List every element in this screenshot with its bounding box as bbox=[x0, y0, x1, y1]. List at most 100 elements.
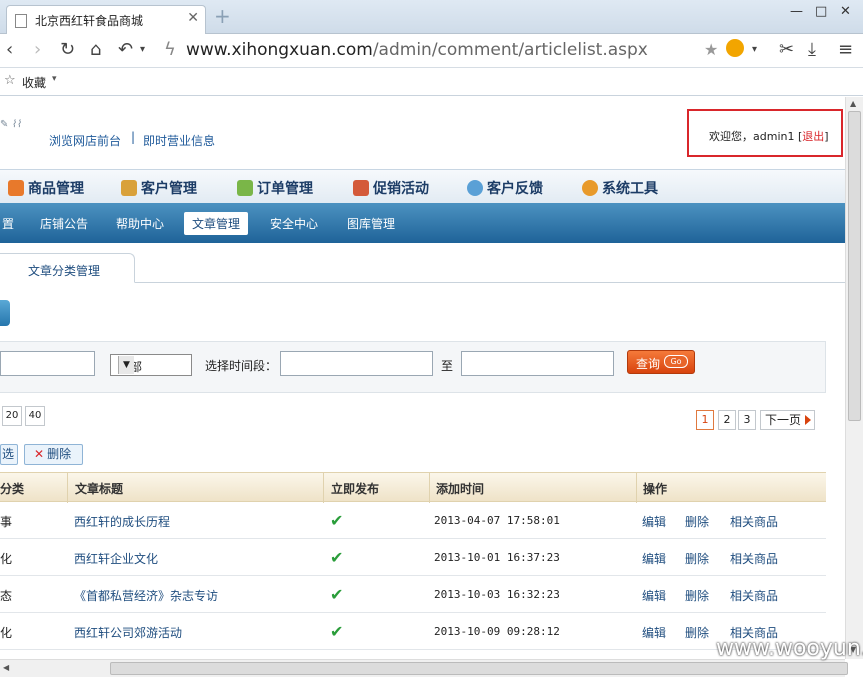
browser-tab[interactable]: 北京西红轩食品商城 ✕ bbox=[6, 5, 206, 34]
select-all-button[interactable]: 选 bbox=[0, 444, 18, 465]
arrow-right-icon bbox=[805, 415, 811, 425]
bookmarks-bar: ☆ 收藏 ▾ bbox=[0, 68, 863, 96]
start-date-input[interactable] bbox=[280, 351, 433, 376]
page-size-40[interactable]: 40 bbox=[25, 406, 45, 426]
scroll-left-icon[interactable]: ◀ bbox=[3, 663, 9, 672]
select-all-label: 选 bbox=[2, 447, 15, 461]
edit-link[interactable]: 编辑 bbox=[642, 587, 666, 604]
tab-title: 北京西红轩食品商城 bbox=[35, 14, 144, 28]
minimize-icon[interactable]: — bbox=[790, 4, 803, 19]
add-button[interactable] bbox=[0, 300, 10, 326]
next-page-button[interactable]: 下一页 bbox=[760, 410, 815, 430]
chevron-down-icon: ▼ bbox=[118, 356, 134, 374]
go-badge: Go bbox=[664, 355, 688, 368]
undo-dropdown-icon[interactable]: ▾ bbox=[140, 39, 145, 61]
bookmarks-dropdown-icon[interactable]: ▾ bbox=[52, 74, 57, 84]
nav-orders-label: 订单管理 bbox=[257, 181, 313, 197]
tab-article-category[interactable]: 文章分类管理 bbox=[0, 253, 135, 283]
delete-link[interactable]: 删除 bbox=[685, 624, 709, 641]
watermark: www.wooyun.org bbox=[716, 636, 863, 661]
forward-icon[interactable]: › bbox=[34, 39, 41, 61]
row-title-link[interactable]: 《首都私营经济》杂志专访 bbox=[74, 587, 218, 604]
row-title-link[interactable]: 西红轩的成长历程 bbox=[74, 513, 170, 530]
page-size-20[interactable]: 20 bbox=[2, 406, 22, 426]
business-info-link[interactable]: 即时营业信息 bbox=[143, 132, 215, 149]
end-date-input[interactable] bbox=[461, 351, 614, 376]
subnav-announcements[interactable]: 店铺公告 bbox=[40, 215, 88, 232]
bookmark-star-icon: ☆ bbox=[4, 73, 16, 88]
welcome-text: 欢迎您，admin1 [退出] bbox=[709, 128, 829, 144]
subnav-security[interactable]: 安全中心 bbox=[270, 215, 318, 232]
storefront-link[interactable]: 浏览网店前台 bbox=[49, 132, 121, 149]
nav-orders[interactable]: 订单管理 bbox=[237, 178, 313, 198]
page-2[interactable]: 2 bbox=[718, 410, 736, 430]
edit-link[interactable]: 编辑 bbox=[642, 624, 666, 641]
subnav-gallery[interactable]: 图库管理 bbox=[347, 215, 395, 232]
nav-feedback[interactable]: 客户反馈 bbox=[467, 178, 543, 198]
welcome-prefix: 欢迎您，admin1 [ bbox=[709, 130, 803, 143]
delete-button[interactable]: ✕ 删除 bbox=[24, 444, 83, 465]
download-icon[interactable]: ⤓ bbox=[808, 39, 816, 61]
home-icon[interactable]: ⌂ bbox=[90, 39, 101, 61]
horizontal-scroll-thumb[interactable] bbox=[110, 662, 848, 675]
account-icon[interactable] bbox=[726, 39, 744, 63]
nav-products[interactable]: 商品管理 bbox=[8, 178, 84, 198]
subnav-articles[interactable]: 文章管理 bbox=[184, 212, 249, 235]
delete-x-icon: ✕ bbox=[34, 447, 45, 461]
bookmarks-label[interactable]: 收藏 bbox=[22, 74, 46, 91]
back-icon[interactable]: ‹ bbox=[6, 39, 13, 61]
page-3[interactable]: 3 bbox=[738, 410, 756, 430]
url-input[interactable]: www.xihongxuan.com/admin/comment/article… bbox=[186, 40, 648, 60]
col-category: 分类 bbox=[0, 482, 25, 496]
vertical-scroll-thumb[interactable] bbox=[848, 111, 861, 421]
sub-nav: 置 店铺公告 帮助中心 文章管理 安全中心 图库管理 bbox=[0, 203, 845, 243]
keyword-input[interactable] bbox=[0, 351, 95, 376]
delete-link[interactable]: 删除 bbox=[685, 550, 709, 567]
nav-system-tools[interactable]: 系统工具 bbox=[582, 178, 658, 198]
time-range-label: 选择时间段： bbox=[205, 359, 278, 373]
row-date: 2013-04-07 17:58:01 bbox=[434, 514, 560, 527]
related-products-link[interactable]: 相关商品 bbox=[730, 550, 778, 567]
nav-promotions[interactable]: 促销活动 bbox=[353, 178, 429, 198]
scroll-up-icon[interactable]: ▲ bbox=[850, 99, 856, 108]
edit-link[interactable]: 编辑 bbox=[642, 550, 666, 567]
published-check-icon: ✔ bbox=[330, 622, 344, 641]
nav-customers[interactable]: 客户管理 bbox=[121, 178, 197, 198]
address-bar: ‹ › ↻ ⌂ ↶ ▾ ϟ www.xihongxuan.com/admin/c… bbox=[0, 34, 863, 68]
customers-icon bbox=[121, 180, 137, 196]
new-tab-icon[interactable]: + bbox=[214, 5, 231, 27]
row-date: 2013-10-01 16:37:23 bbox=[434, 551, 560, 564]
logout-link[interactable]: 退出 bbox=[802, 130, 824, 143]
table-row: 化 西红轩公司郊游活动 ✔ 2013-10-09 09:28:12 编辑 删除 … bbox=[0, 613, 826, 650]
tab-close-icon[interactable]: ✕ bbox=[187, 10, 199, 26]
horizontal-scrollbar[interactable]: ◀ bbox=[0, 659, 848, 677]
scissors-icon[interactable]: ✂ bbox=[779, 39, 794, 61]
account-dropdown-icon[interactable]: ▾ bbox=[752, 39, 757, 61]
content-tabs: 文章分类管理 bbox=[0, 253, 845, 283]
subnav-settings[interactable]: 置 bbox=[2, 215, 14, 232]
related-products-link[interactable]: 相关商品 bbox=[730, 513, 778, 530]
row-title-link[interactable]: 西红轩公司郊游活动 bbox=[74, 624, 182, 641]
page-1[interactable]: 1 bbox=[696, 410, 714, 430]
undo-icon[interactable]: ↶ bbox=[118, 39, 133, 61]
edit-link[interactable]: 编辑 bbox=[642, 513, 666, 530]
row-title-link[interactable]: 西红轩企业文化 bbox=[74, 550, 158, 567]
window-close-icon[interactable]: ✕ bbox=[840, 4, 851, 19]
maximize-icon[interactable]: □ bbox=[815, 4, 827, 19]
reload-icon[interactable]: ↻ bbox=[60, 39, 75, 61]
col-publish: 立即发布 bbox=[331, 482, 380, 496]
subnav-help[interactable]: 帮助中心 bbox=[116, 215, 164, 232]
welcome-suffix: ] bbox=[824, 130, 829, 143]
vertical-scrollbar[interactable]: ▲ ▼ bbox=[845, 97, 863, 659]
delete-link[interactable]: 删除 bbox=[685, 513, 709, 530]
col-title: 文章标题 bbox=[75, 482, 124, 496]
published-check-icon: ✔ bbox=[330, 511, 344, 530]
menu-icon[interactable]: ≡ bbox=[838, 39, 853, 61]
category-select[interactable]: 全部 ▼ bbox=[110, 354, 192, 376]
site-logo: ✎ ⌇⌇ bbox=[0, 119, 22, 130]
star-icon[interactable]: ★ bbox=[704, 39, 718, 61]
query-button[interactable]: 查询 Go bbox=[627, 350, 695, 374]
page-icon bbox=[15, 14, 27, 28]
delete-link[interactable]: 删除 bbox=[685, 587, 709, 604]
related-products-link[interactable]: 相关商品 bbox=[730, 587, 778, 604]
